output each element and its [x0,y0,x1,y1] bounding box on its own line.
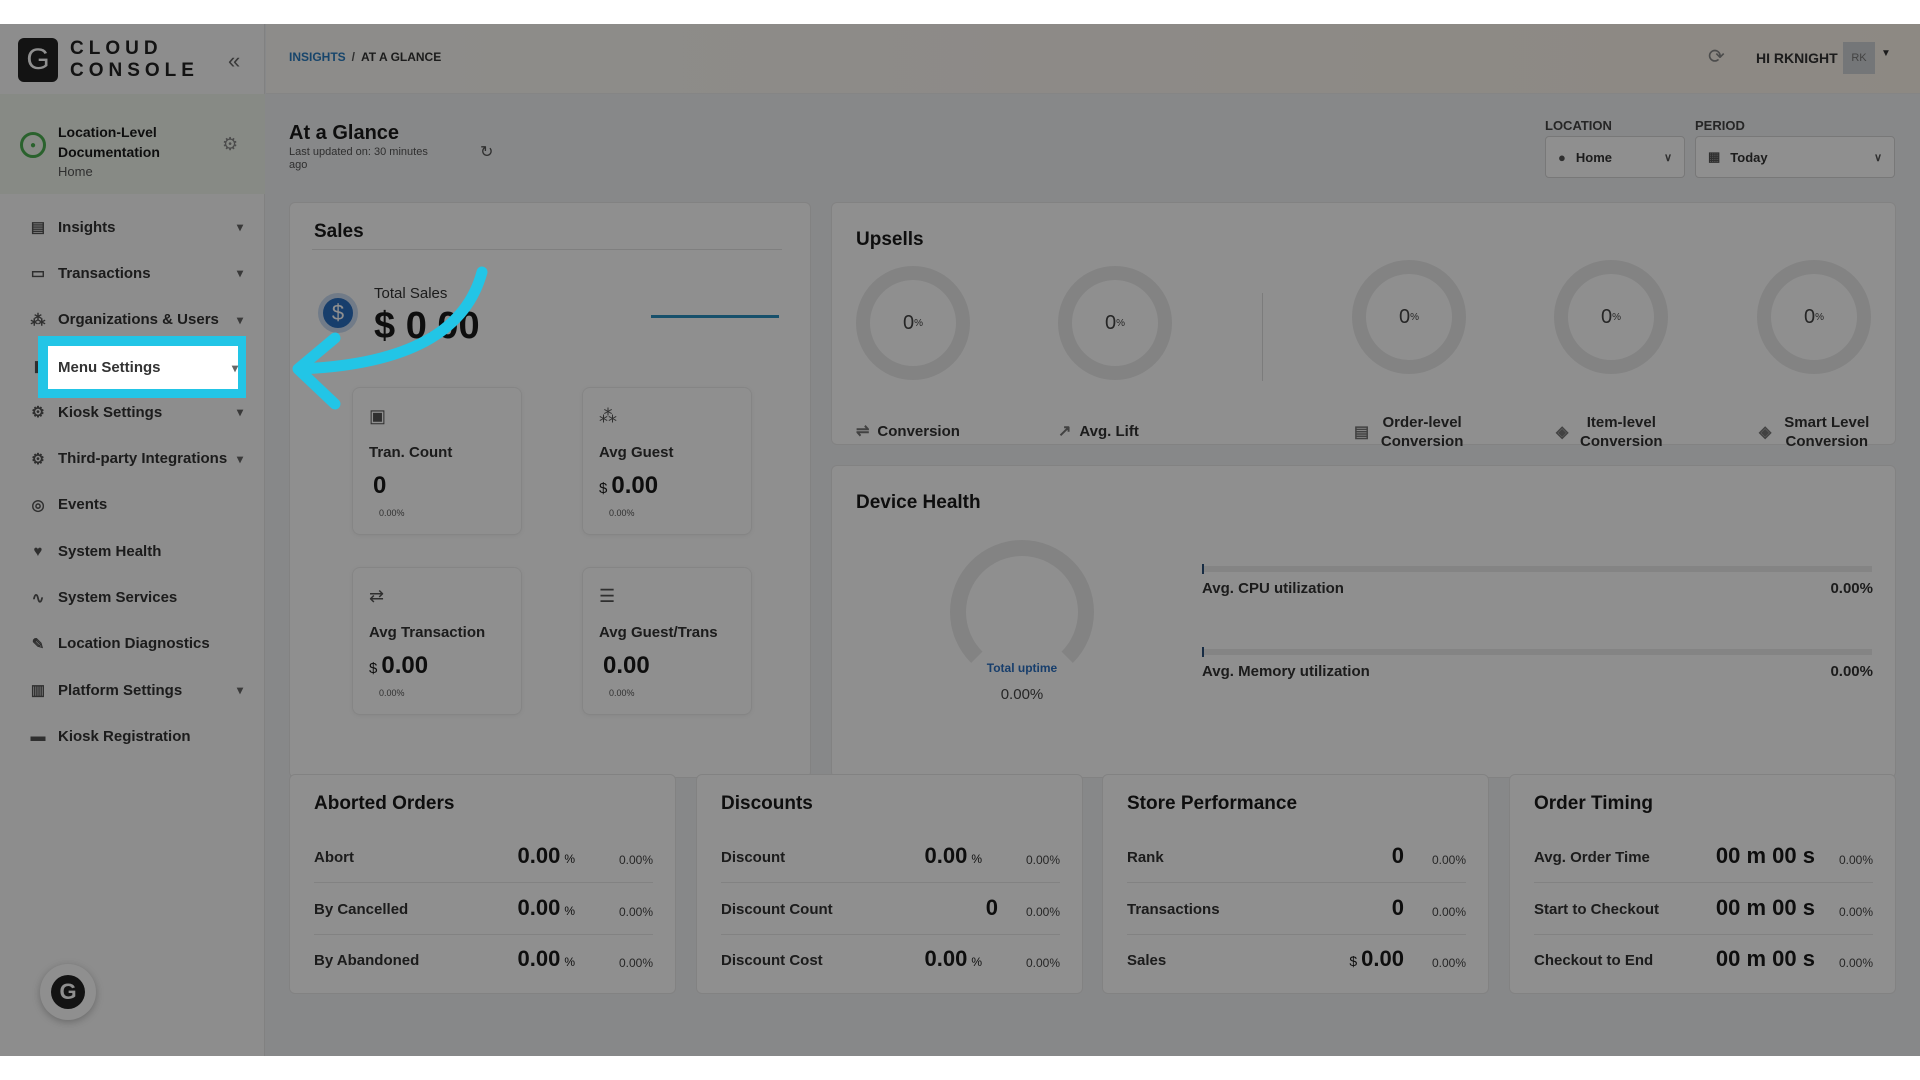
app-frame: G CLOUD CONSOLE « ● Location-Level Docum… [0,24,1920,1056]
pointer-arrow-icon [292,266,488,410]
